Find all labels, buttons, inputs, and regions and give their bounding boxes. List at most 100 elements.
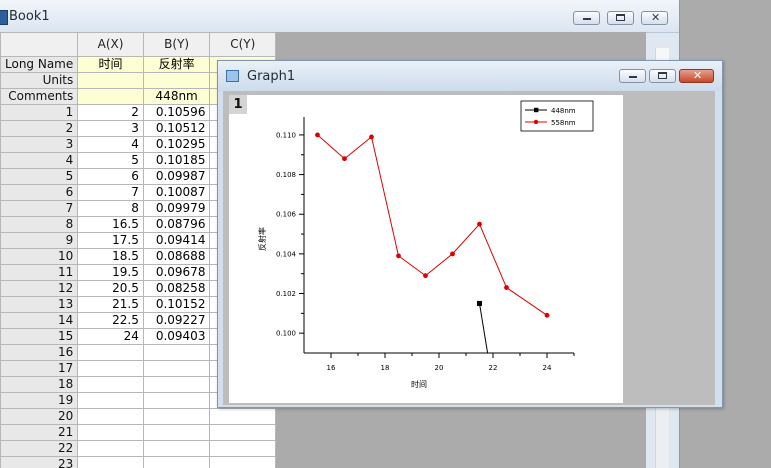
row-number[interactable]: 9	[0, 232, 79, 249]
cell-a[interactable]	[77, 344, 144, 361]
row-number[interactable]: 20	[0, 408, 79, 425]
cell-a[interactable]: 19.5	[77, 264, 144, 281]
cell-b[interactable]: 0.09414	[142, 232, 211, 249]
cell-b[interactable]	[142, 408, 211, 425]
graph1-titlebar[interactable]: Graph1 ✕	[218, 61, 722, 91]
long-name-b[interactable]: 反射率	[142, 56, 211, 73]
column-header-c[interactable]: C(Y)	[209, 32, 276, 57]
cell-c[interactable]	[209, 456, 276, 468]
row-number[interactable]: 4	[0, 152, 79, 169]
cell-b[interactable]	[142, 424, 211, 441]
row-number[interactable]: 5	[0, 168, 79, 185]
row-label-comments[interactable]: Comments	[0, 88, 79, 105]
cell-c[interactable]	[209, 408, 276, 425]
cell-b[interactable]: 0.10295	[142, 136, 211, 153]
cell-b[interactable]: 0.08688	[142, 248, 211, 265]
cell-a[interactable]: 17.5	[77, 232, 144, 249]
cell-a[interactable]	[77, 440, 144, 457]
cell-a[interactable]: 7	[77, 184, 144, 201]
row-number[interactable]: 15	[0, 328, 79, 345]
cell-b[interactable]	[142, 344, 211, 361]
cell-b[interactable]	[142, 440, 211, 457]
row-label-long-name[interactable]: Long Name	[0, 56, 79, 73]
row-number[interactable]: 14	[0, 312, 79, 329]
row-number[interactable]: 11	[0, 264, 79, 281]
table-row[interactable]: 21	[0, 424, 276, 441]
graph1-minimize-button[interactable]	[619, 69, 646, 83]
row-number[interactable]: 8	[0, 216, 79, 233]
cell-b[interactable]: 0.09403	[142, 328, 211, 345]
row-number[interactable]: 13	[0, 296, 79, 313]
row-number[interactable]: 21	[0, 424, 79, 441]
cell-b[interactable]: 0.10185	[142, 152, 211, 169]
cell-a[interactable]: 5	[77, 152, 144, 169]
column-header-b[interactable]: B(Y)	[142, 32, 211, 57]
cell-c[interactable]	[209, 424, 276, 441]
row-number[interactable]: 12	[0, 280, 79, 297]
cell-a[interactable]	[77, 456, 144, 468]
row-number[interactable]: 10	[0, 248, 79, 265]
row-number[interactable]: 23	[0, 456, 79, 468]
cell-b[interactable]	[142, 376, 211, 393]
cell-a[interactable]: 4	[77, 136, 144, 153]
cell-c[interactable]	[209, 440, 276, 457]
cell-a[interactable]: 2	[77, 104, 144, 121]
cell-a[interactable]	[77, 392, 144, 409]
sheet-corner[interactable]	[0, 32, 79, 57]
cell-a[interactable]: 24	[77, 328, 144, 345]
cell-a[interactable]: 18.5	[77, 248, 144, 265]
cell-a[interactable]: 16.5	[77, 216, 144, 233]
row-number[interactable]: 16	[0, 344, 79, 361]
cell-b[interactable]	[142, 456, 211, 468]
cell-a[interactable]: 3	[77, 120, 144, 137]
book1-titlebar[interactable]: Book1 ✕	[0, 0, 679, 33]
table-row[interactable]: 23	[0, 456, 276, 468]
cell-b[interactable]: 0.09987	[142, 168, 211, 185]
layer-1-badge[interactable]: 1	[229, 95, 247, 114]
row-number[interactable]: 1	[0, 104, 79, 121]
cell-a[interactable]: 20.5	[77, 280, 144, 297]
graph1-restore-button[interactable]	[649, 69, 676, 83]
cell-b[interactable]: 0.10087	[142, 184, 211, 201]
graph-canvas[interactable]: 16 18 20 22 24 0.100 0.102 0.104 0.106 0.108 0.110…	[229, 95, 623, 403]
cell-b[interactable]: 0.10512	[142, 120, 211, 137]
line-chart[interactable]: 16 18 20 22 24 0.100 0.102 0.104 0.106 0.108 0.110…	[229, 95, 623, 403]
book1-close-button[interactable]: ✕	[641, 11, 668, 25]
column-header-a[interactable]: A(X)	[77, 32, 144, 57]
row-number[interactable]: 18	[0, 376, 79, 393]
table-row[interactable]: 20	[0, 408, 276, 425]
cell-a[interactable]	[77, 376, 144, 393]
units-b[interactable]	[142, 72, 211, 89]
cell-b[interactable]: 0.10152	[142, 296, 211, 313]
units-a[interactable]	[77, 72, 144, 89]
cell-b[interactable]: 0.10596	[142, 104, 211, 121]
row-number[interactable]: 7	[0, 200, 79, 217]
row-number[interactable]: 17	[0, 360, 79, 377]
book1-minimize-button[interactable]	[573, 11, 600, 25]
row-number[interactable]: 2	[0, 120, 79, 137]
cell-b[interactable]	[142, 392, 211, 409]
cell-a[interactable]	[77, 360, 144, 377]
comments-b[interactable]: 448nm	[142, 88, 211, 105]
long-name-a[interactable]: 时间	[77, 56, 144, 73]
cell-b[interactable]: 0.09227	[142, 312, 211, 329]
cell-b[interactable]: 0.09979	[142, 200, 211, 217]
cell-a[interactable]: 21.5	[77, 296, 144, 313]
row-label-units[interactable]: Units	[0, 72, 79, 89]
row-number[interactable]: 3	[0, 136, 79, 153]
comments-a[interactable]	[77, 88, 144, 105]
row-number[interactable]: 19	[0, 392, 79, 409]
row-number[interactable]: 22	[0, 440, 79, 457]
cell-b[interactable]: 0.09678	[142, 264, 211, 281]
table-row[interactable]: 22	[0, 440, 276, 457]
cell-b[interactable]: 0.08796	[142, 216, 211, 233]
cell-a[interactable]	[77, 424, 144, 441]
cell-b[interactable]: 0.08258	[142, 280, 211, 297]
row-number[interactable]: 6	[0, 184, 79, 201]
cell-b[interactable]	[142, 360, 211, 377]
cell-a[interactable]: 6	[77, 168, 144, 185]
graph1-close-button[interactable]: ✕	[679, 69, 714, 83]
book1-restore-button[interactable]	[607, 11, 634, 25]
cell-a[interactable]	[77, 408, 144, 425]
cell-a[interactable]: 8	[77, 200, 144, 217]
